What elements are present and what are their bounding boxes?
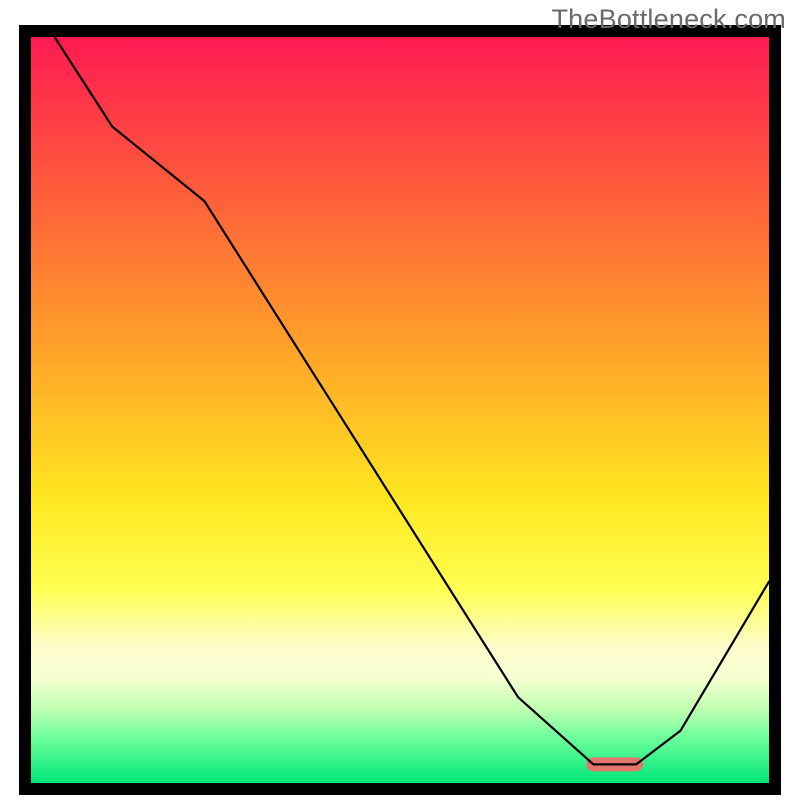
watermark-text: TheBottleneck.com <box>551 4 786 35</box>
chart-stage: TheBottleneck.com <box>0 0 800 800</box>
plot-background <box>31 37 769 783</box>
chart-svg <box>0 0 800 800</box>
